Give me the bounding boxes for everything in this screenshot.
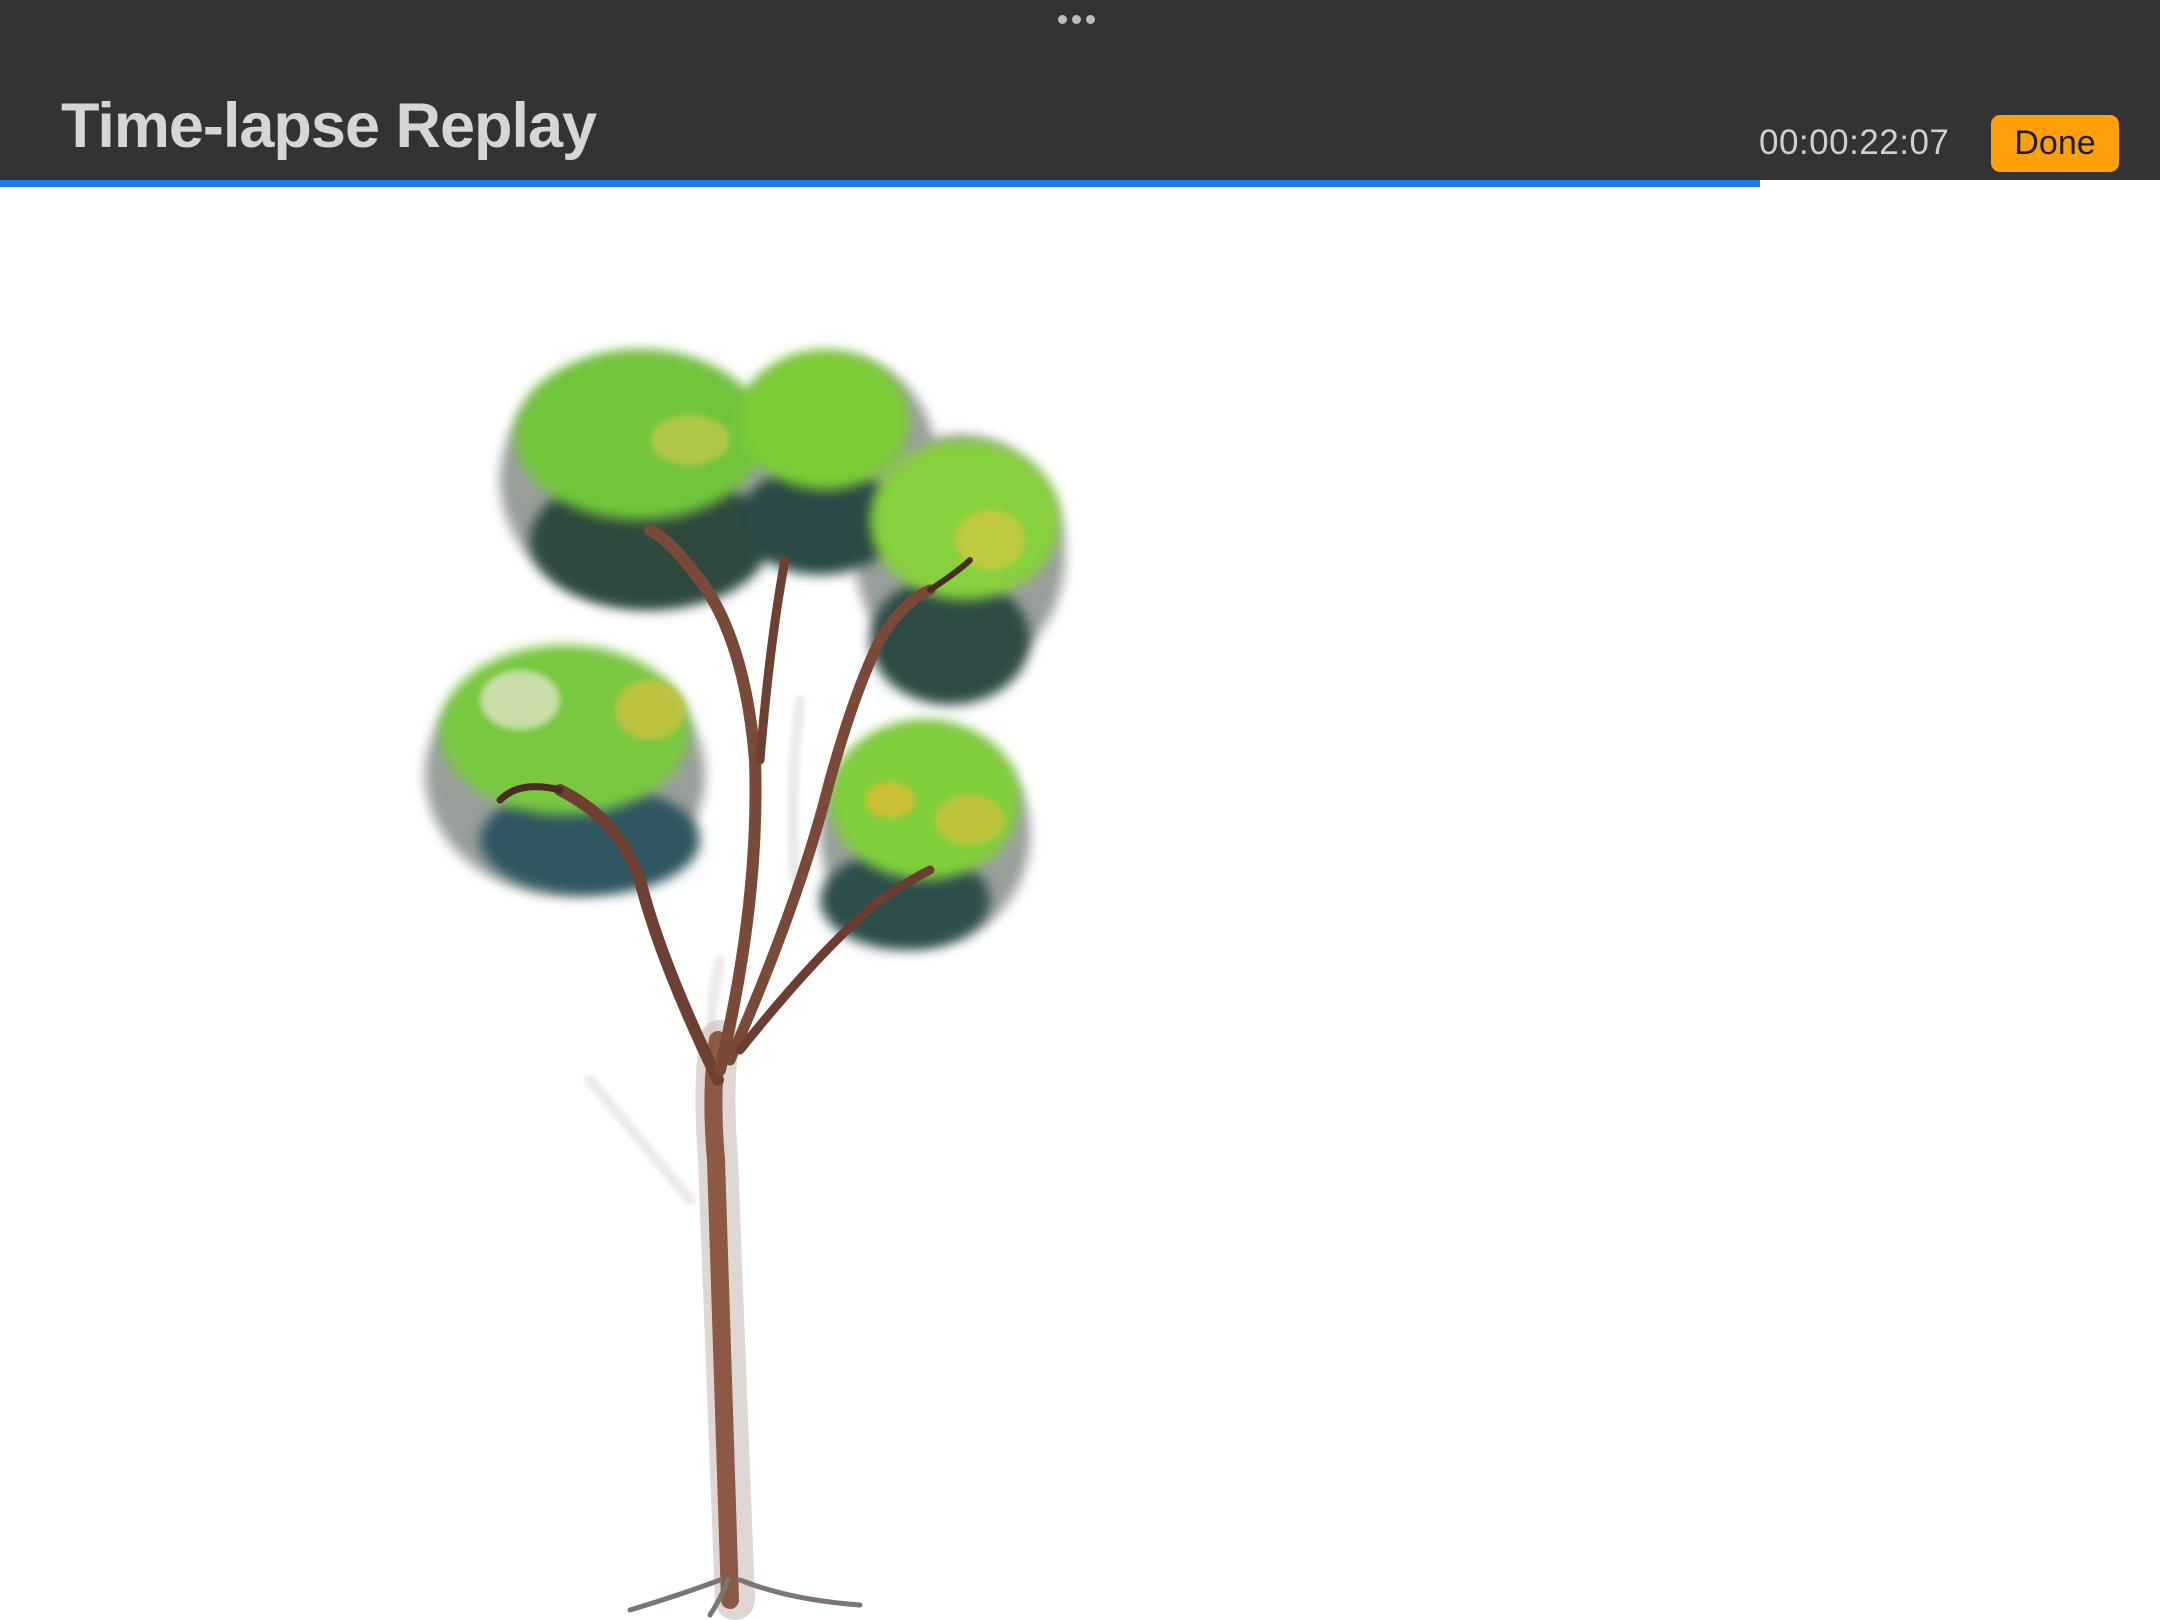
tree-painting: [425, 350, 1065, 1620]
playback-progress-bar[interactable]: [0, 180, 2160, 187]
done-button[interactable]: Done: [1991, 115, 2119, 172]
timecode-readout: 00:00:22:07: [1759, 123, 1950, 162]
playback-progress-fill: [0, 180, 1761, 187]
page-title: Time-lapse Replay: [61, 91, 597, 161]
more-dots-icon[interactable]: [1058, 15, 1095, 24]
top-bar: Time-lapse Replay 00:00:22:07 Done: [0, 0, 2160, 180]
drawing-canvas: [0, 187, 2160, 1620]
